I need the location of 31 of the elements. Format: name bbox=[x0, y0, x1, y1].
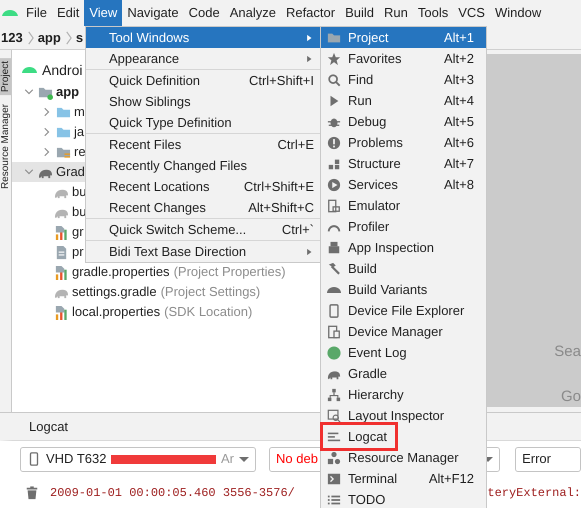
shortcut-label: Alt+6 bbox=[444, 134, 474, 152]
editor-hint: Go bbox=[560, 386, 581, 406]
shortcut-label: Alt+4 bbox=[444, 92, 474, 110]
shortcut-label: Alt+8 bbox=[444, 176, 474, 194]
shortcut-label: Alt+1 bbox=[444, 28, 474, 47]
shortcut-label: Alt+7 bbox=[444, 154, 474, 173]
shortcut-label: Alt+Shift+C bbox=[248, 198, 314, 217]
shortcut-label: Alt+2 bbox=[444, 50, 474, 68]
tree-item-label: pr bbox=[72, 243, 84, 262]
tree-item-label: app bbox=[56, 83, 80, 102]
shortcut-label: Alt+F12 bbox=[428, 470, 474, 488]
editor-hint: Sea bbox=[554, 342, 581, 362]
tree-item-note: (Project Properties) bbox=[174, 263, 286, 282]
log-text: teryExternal: bbox=[487, 484, 581, 502]
log-text: 2009-01-01 00:00:05.460 3556-3576/ bbox=[50, 484, 295, 502]
tree-item-label: m bbox=[74, 103, 85, 122]
shortcut-label: Ctrl+E bbox=[278, 136, 314, 154]
tree-item-label: re bbox=[74, 143, 86, 162]
tree-item-note: (SDK Location) bbox=[164, 303, 252, 322]
shortcut-label: Alt+3 bbox=[444, 70, 474, 89]
shortcut-label: Alt+5 bbox=[444, 112, 474, 131]
tree-item-label: local.properties bbox=[72, 303, 160, 322]
tree-item-label: settings.gradle bbox=[72, 283, 157, 302]
tree-item-label: gr bbox=[72, 223, 84, 242]
tree-item-label: Grad bbox=[56, 163, 85, 182]
tree-item-label: gradle.properties bbox=[72, 263, 170, 282]
shortcut-label: Ctrl+Shift+I bbox=[248, 72, 314, 90]
shortcut-label: Ctrl+Shift+E bbox=[244, 178, 314, 196]
tree-item-note: (Project Settings) bbox=[160, 283, 260, 302]
shortcut-label: Ctrl+` bbox=[282, 220, 314, 239]
tree-item-label: ja bbox=[74, 123, 84, 142]
